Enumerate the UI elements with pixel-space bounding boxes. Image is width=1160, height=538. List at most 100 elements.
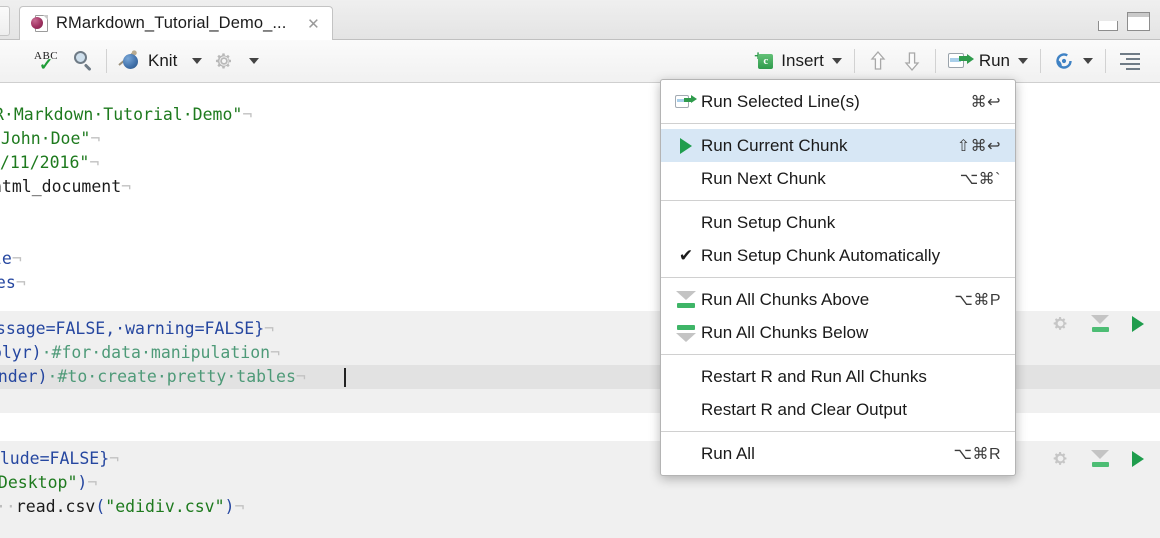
code-line[interactable]: ··read.csv("edidiv.csv")¬ xyxy=(0,495,244,519)
run-chunks-above-icon[interactable] xyxy=(1091,450,1110,467)
menu-item-restart-r-and-clear-output[interactable]: Restart R and Clear Output xyxy=(661,393,1015,426)
find-replace-button[interactable] xyxy=(66,46,100,76)
code-line[interactable]: "John·Doe"¬ xyxy=(0,127,100,151)
knit-dropdown-button[interactable] xyxy=(183,46,208,76)
run-label: Run xyxy=(978,51,1010,70)
toolbar-divider xyxy=(1040,49,1041,73)
window-buttons xyxy=(1098,12,1150,31)
menu-divider xyxy=(661,431,1015,432)
titlebar: RMarkdown_Tutorial_Demo_... ✕ xyxy=(0,0,1160,40)
menu-item-run-all[interactable]: Run All ⌥⌘R xyxy=(661,437,1015,470)
minimize-pane-icon[interactable] xyxy=(1098,21,1118,31)
menu-item-icon xyxy=(671,290,701,309)
menu-item-label: Restart R and Run All Chunks xyxy=(701,366,927,386)
menu-item-label: Run All Chunks Above xyxy=(701,289,870,309)
code-line[interactable]: /Desktop")¬ xyxy=(0,471,97,495)
close-icon[interactable]: ✕ xyxy=(306,15,320,33)
menu-item-label: Run Setup Chunk Automatically xyxy=(701,245,941,265)
next-chunk-button[interactable] xyxy=(895,46,929,76)
run-chunk-play-icon[interactable] xyxy=(1132,450,1144,467)
code-line[interactable]: ges¬ xyxy=(0,271,26,295)
knit-options-dropdown-button[interactable] xyxy=(240,46,265,76)
menu-divider xyxy=(661,123,1015,124)
play-icon xyxy=(680,137,692,154)
run-chunks-above-icon[interactable] xyxy=(1091,315,1110,332)
editor-toolbar: ABC ✓ Knit c Insert Run xyxy=(0,40,1160,112)
checkmark-icon: ✔ xyxy=(678,246,694,265)
code-line[interactable]: html_document¬ xyxy=(0,175,131,199)
menu-item-label: Run Selected Line(s) xyxy=(701,91,860,111)
chunks-above-icon xyxy=(676,290,696,309)
menu-item-label: Run Next Chunk xyxy=(701,168,826,188)
run-button[interactable]: Run xyxy=(942,46,1034,76)
checkmark-icon: ✓ xyxy=(39,55,54,74)
menu-item-shortcut: ⌥⌘R xyxy=(953,445,1001,463)
run-dropdown-menu[interactable]: Run Selected Line(s) ⌘↩ Run Current Chunk ⇧… xyxy=(660,79,1016,476)
chunk-options-gear-icon[interactable] xyxy=(1052,450,1069,467)
show-document-outline-button[interactable] xyxy=(1112,46,1146,76)
code-line[interactable]: dplyr)·#for·data·manipulation¬ xyxy=(0,341,280,365)
rstudio-source-pane: RMarkdown_Tutorial_Demo_... ✕ ABC ✓ Knit… xyxy=(0,0,1160,538)
menu-item-label: Run All xyxy=(701,443,755,463)
code-line[interactable]: pander)·#to·create·pretty·tables¬ xyxy=(0,365,306,389)
menu-item-icon: ✔ xyxy=(671,247,701,264)
chunks-below-icon xyxy=(676,324,696,342)
chunk-up-arrow-icon xyxy=(867,49,889,73)
document-outline-icon xyxy=(1118,52,1140,70)
menu-divider xyxy=(661,200,1015,201)
spellcheck-abc-icon: ABC ✓ xyxy=(34,49,60,73)
toolbar-divider xyxy=(934,49,936,73)
code-line[interactable]: R·Markdown·Tutorial·Demo"¬ xyxy=(0,103,252,127)
menu-item-restart-r-and-run-all-chunks[interactable]: Restart R and Run All Chunks xyxy=(661,360,1015,393)
menu-item-run-next-chunk[interactable]: Run Next Chunk ⌥⌘` xyxy=(661,162,1015,195)
spellcheck-button[interactable]: ABC ✓ xyxy=(28,46,66,76)
pane-left-edge-stub[interactable] xyxy=(0,6,10,36)
knit-label: Knit xyxy=(148,51,178,70)
run-icon xyxy=(675,94,697,110)
menu-item-run-current-chunk[interactable]: Run Current Chunk ⇧⌘↩ xyxy=(661,129,1015,162)
chunk-options-gear-icon[interactable] xyxy=(1052,315,1069,332)
code-line[interactable]: essage=FALSE,·warning=FALSE}¬ xyxy=(0,317,274,341)
menu-divider xyxy=(661,354,1015,355)
menu-item-shortcut: ⌘↩ xyxy=(970,93,1001,111)
menu-item-run-setup-chunk[interactable]: Run Setup Chunk xyxy=(661,206,1015,239)
menu-item-shortcut: ⌥⌘P xyxy=(954,291,1001,309)
chunk-controls xyxy=(1052,450,1144,467)
insert-chunk-icon: + c xyxy=(754,49,776,71)
menu-item-run-all-chunks-above[interactable]: Run All Chunks Above ⌥⌘P xyxy=(661,283,1015,316)
run-icon xyxy=(947,52,974,70)
knit-options-button[interactable] xyxy=(208,46,240,76)
toolbar-divider xyxy=(106,49,107,73)
menu-item-label: Restart R and Clear Output xyxy=(701,399,907,419)
code-line[interactable]: nclude=FALSE}¬ xyxy=(0,447,119,471)
menu-item-icon xyxy=(671,94,701,110)
menu-divider xyxy=(661,277,1015,278)
insert-chunk-button[interactable]: + c Insert xyxy=(748,46,848,76)
menu-item-shortcut: ⌥⌘` xyxy=(959,170,1001,188)
code-line[interactable]: le¬ xyxy=(0,247,22,271)
menu-item-label: Run Current Chunk xyxy=(701,135,848,155)
toolbar-divider xyxy=(853,49,855,73)
menu-item-shortcut: ⇧⌘↩ xyxy=(956,137,1001,155)
gear-icon xyxy=(214,51,234,71)
maximize-pane-icon[interactable] xyxy=(1127,12,1150,31)
menu-item-run-setup-chunk-automatically[interactable]: ✔ Run Setup Chunk Automatically xyxy=(661,239,1015,272)
knit-yarn-icon xyxy=(118,50,143,72)
insert-label: Insert xyxy=(781,51,824,70)
menu-item-label: Run All Chunks Below xyxy=(701,322,869,342)
knit-button[interactable]: Knit xyxy=(113,46,183,76)
menu-item-run-all-chunks-below[interactable]: Run All Chunks Below xyxy=(661,316,1015,349)
editor-tab[interactable]: RMarkdown_Tutorial_Demo_... ✕ xyxy=(19,6,334,40)
chunk-down-arrow-icon xyxy=(901,49,923,73)
run-chunk-play-icon[interactable] xyxy=(1132,315,1144,332)
rerun-button[interactable] xyxy=(1047,46,1099,76)
menu-item-run-selected-line-s[interactable]: Run Selected Line(s) ⌘↩ xyxy=(661,85,1015,118)
menu-item-icon xyxy=(671,137,701,154)
rerun-icon xyxy=(1053,51,1075,71)
insert-chunk-glyph: c xyxy=(758,54,774,69)
previous-chunk-button[interactable] xyxy=(861,46,895,76)
rmarkdown-document-icon xyxy=(31,14,48,34)
editor-tab-label: RMarkdown_Tutorial_Demo_... xyxy=(56,14,287,32)
code-line[interactable]: 1/11/2016"¬ xyxy=(0,151,99,175)
menu-item-icon xyxy=(671,324,701,342)
